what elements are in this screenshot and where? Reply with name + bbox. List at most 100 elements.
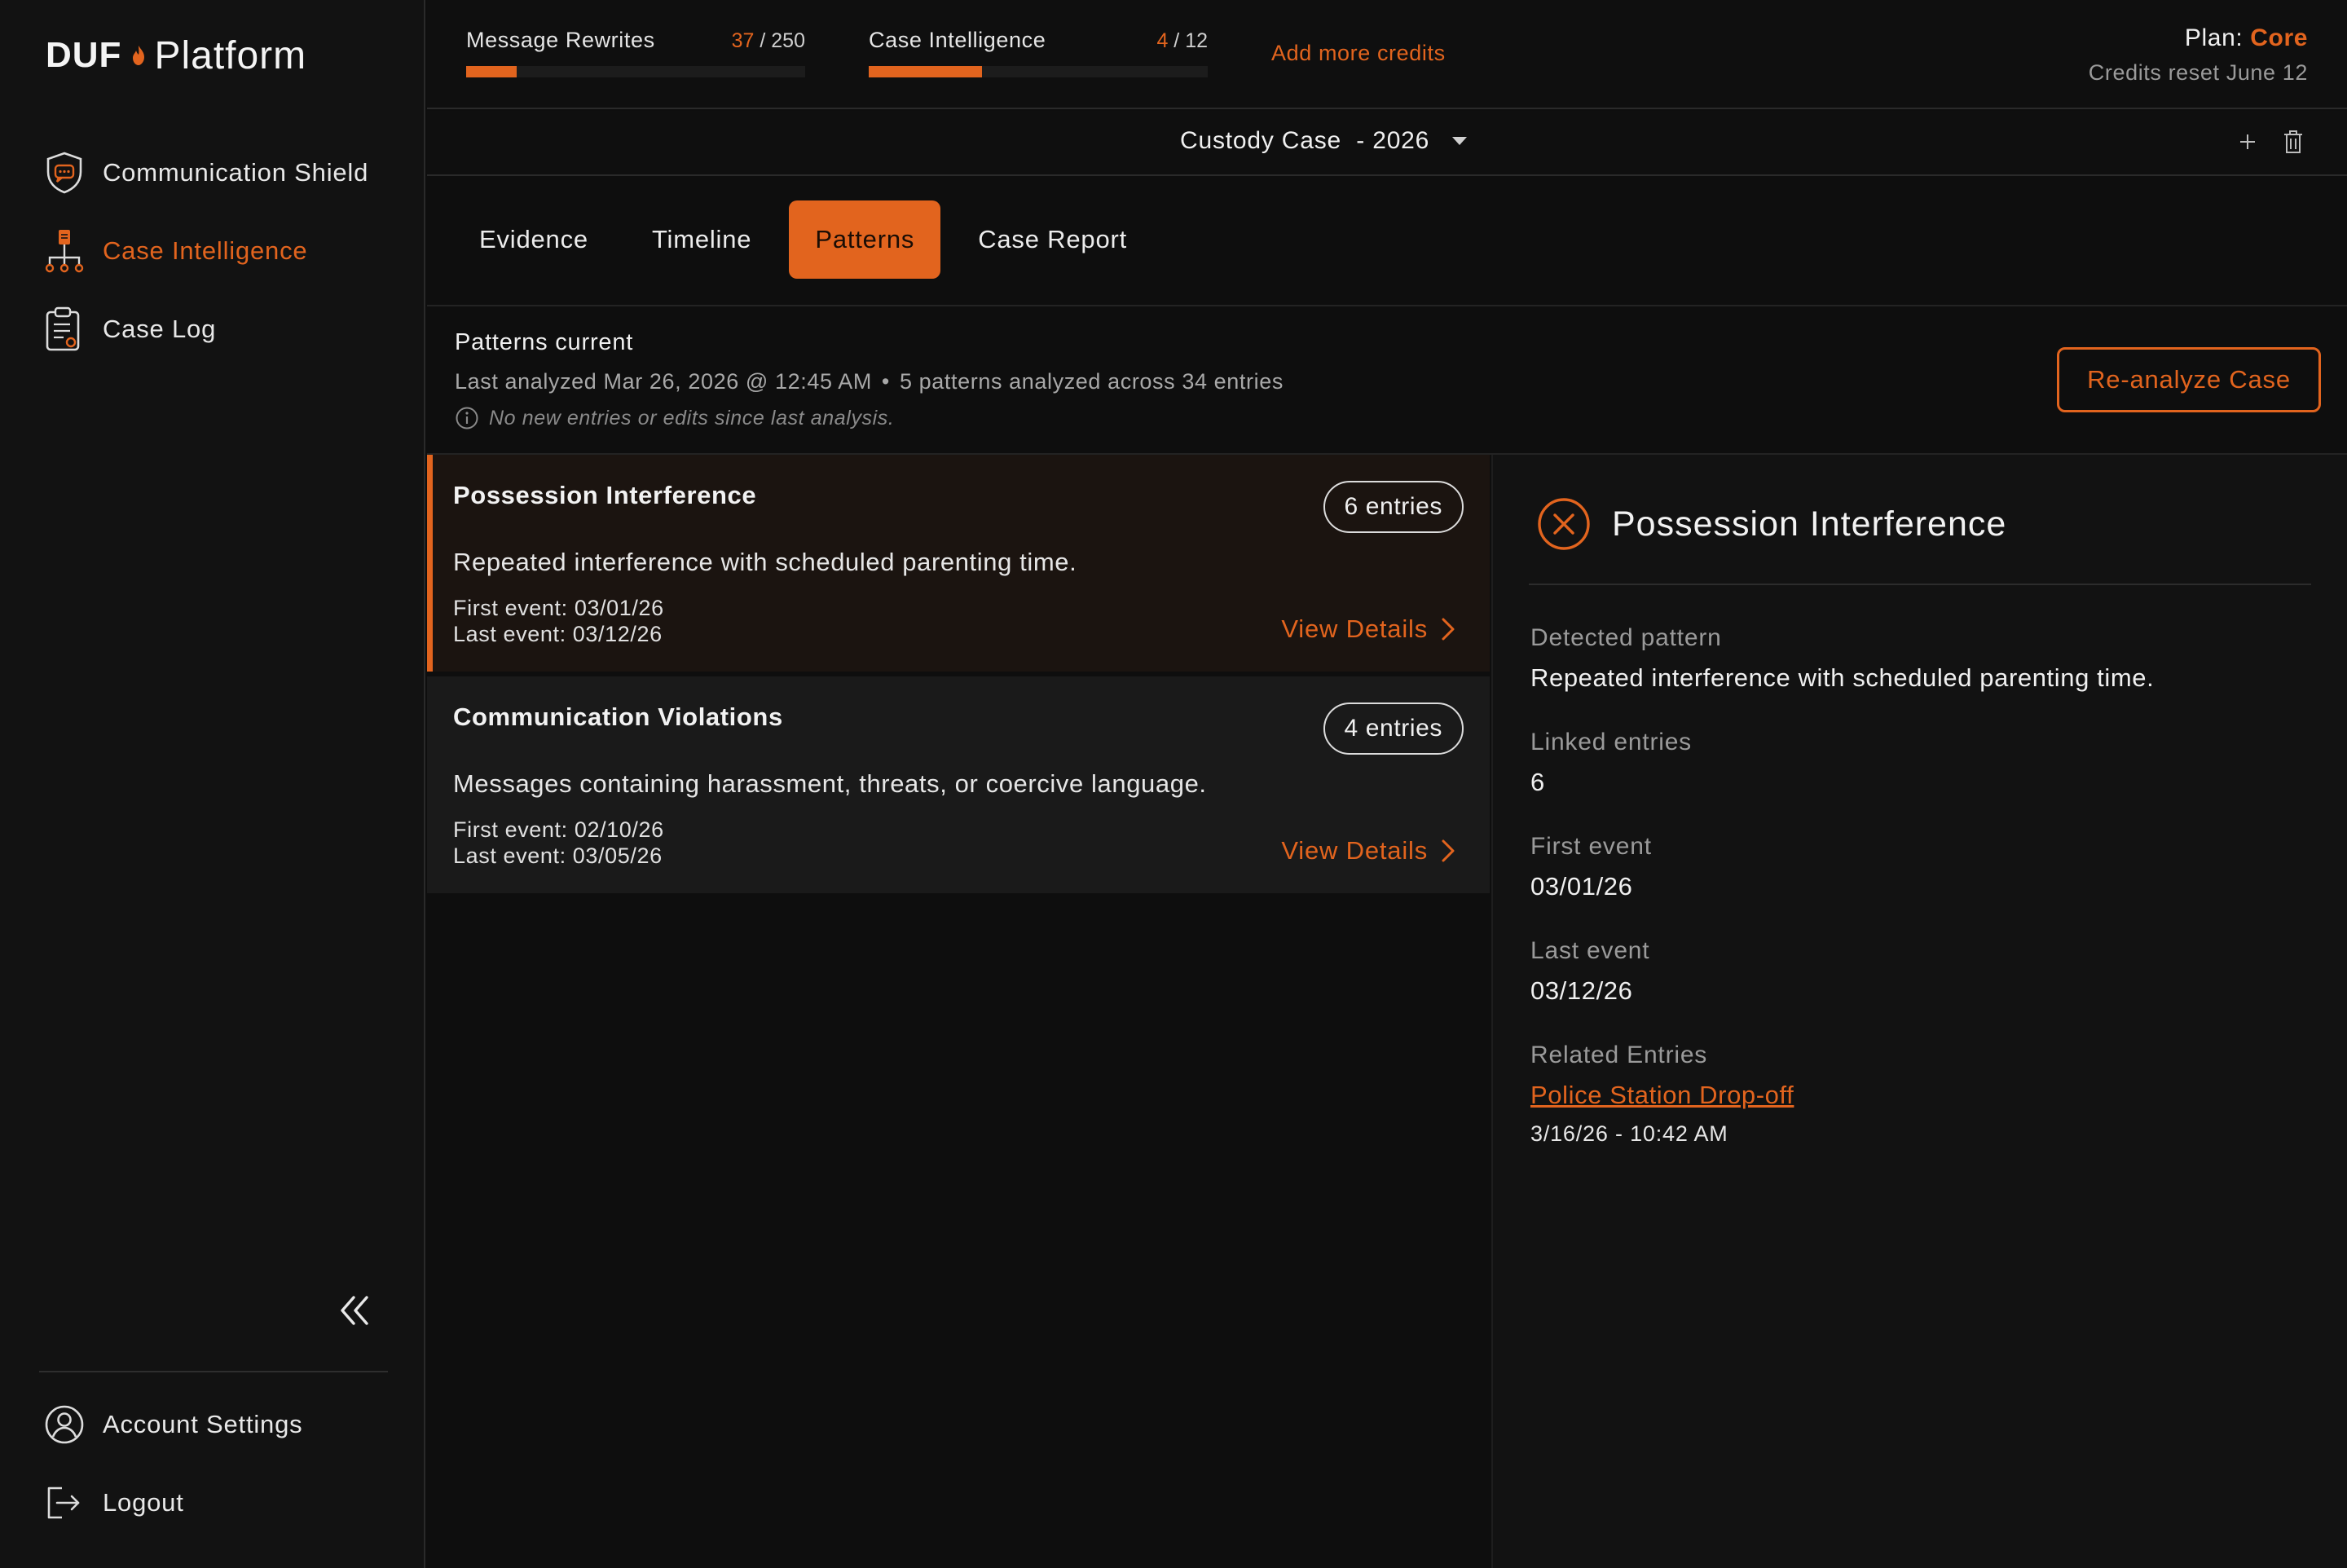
related-entries-field: Related Entries Police Station Drop-off … [1530, 1042, 2313, 1147]
tab-case-report[interactable]: Case Report [952, 200, 1153, 279]
credits-reset-text: Credits reset June 12 [2088, 60, 2308, 85]
field-value: 03/01/26 [1530, 872, 1633, 901]
pattern-name: Possession Interference [453, 481, 757, 509]
sidebar-bottom-nav: Account Settings Logout [44, 1400, 403, 1557]
credit-count: 37 / 250 [731, 29, 805, 52]
delete-case-button[interactable] [2280, 129, 2306, 155]
credit-meter-case-intelligence: Case Intelligence 4 / 12 [869, 28, 1208, 77]
sidebar-item-label: Case Log [103, 315, 217, 343]
logout-icon [44, 1480, 85, 1526]
brand-name-light: Platform [154, 33, 307, 77]
status-note: No new entries or edits since last analy… [455, 406, 1284, 430]
detail-body: Detected pattern Repeated interference w… [1530, 624, 2313, 1183]
trash-icon [2284, 130, 2302, 153]
detected-pattern-field: Detected pattern Repeated interference w… [1530, 624, 2313, 693]
credit-meter-message-rewrites: Message Rewrites 37 / 250 [466, 28, 805, 77]
entries-badge: 4 entries [1323, 703, 1464, 755]
detail-divider [1529, 584, 2311, 585]
tab-evidence[interactable]: Evidence [453, 200, 614, 279]
detail-header: Possession Interference [1537, 497, 2006, 551]
pattern-description: Messages containing harassment, threats,… [453, 769, 1207, 798]
linked-entries-field: Linked entries 6 [1530, 729, 2313, 797]
related-entry-link[interactable]: Police Station Drop-off [1530, 1081, 1794, 1110]
case-tabs: Evidence Timeline Patterns Case Report [453, 200, 1165, 279]
sidebar: DUF Platform Communication Shield Case I… [0, 0, 425, 1568]
last-event-field: Last event 03/12/26 [1530, 937, 2313, 1006]
pattern-card[interactable]: Possession Interference 6 entries Repeat… [427, 455, 1490, 672]
pattern-detail-panel: Possession Interference Detected pattern… [1491, 455, 2347, 1568]
pattern-description: Repeated interference with scheduled par… [453, 548, 1077, 576]
brand-name-bold: DUF [46, 35, 122, 75]
credit-count: 4 / 12 [1156, 29, 1208, 52]
view-details-button[interactable]: View Details [1281, 836, 1455, 865]
view-details-label: View Details [1281, 614, 1428, 643]
credit-progress-bar [466, 66, 805, 77]
double-chevron-left-icon [341, 1296, 368, 1325]
related-entry-time: 3/16/26 - 10:42 AM [1530, 1121, 1728, 1146]
reanalyze-case-button[interactable]: Re-analyze Case [2057, 347, 2321, 412]
chevron-right-icon [1442, 839, 1455, 862]
sidebar-item-label: Case Intelligence [103, 236, 308, 265]
case-dropdown[interactable]: Custody Case - 2026 [1180, 127, 1469, 155]
collapse-sidebar-button[interactable] [332, 1288, 378, 1333]
entries-badge: 6 entries [1323, 481, 1464, 533]
status-note-text: No new entries or edits since last analy… [489, 406, 895, 429]
field-label: Detected pattern [1530, 624, 1722, 651]
add-credits-link[interactable]: Add more credits [1271, 41, 1446, 66]
sidebar-item-communication-shield[interactable]: Communication Shield [44, 148, 403, 197]
first-event-field: First event 03/01/26 [1530, 833, 2313, 901]
sidebar-divider [39, 1371, 388, 1372]
clipboard-icon [44, 306, 85, 352]
field-label: First event [1530, 833, 1652, 860]
analysis-status: Patterns current Last analyzed Mar 26, 2… [455, 329, 1284, 430]
detail-title: Possession Interference [1612, 504, 2007, 544]
sidebar-item-case-log[interactable]: Case Log [44, 305, 403, 354]
field-label: Related Entries [1530, 1042, 1708, 1068]
credit-name: Case Intelligence [869, 28, 1046, 52]
field-label: Last event [1530, 937, 1650, 964]
chevron-right-icon [1442, 618, 1455, 641]
sidebar-item-label: Communication Shield [103, 158, 369, 187]
credit-progress-fill [869, 66, 982, 77]
sidebar-nav: Communication Shield Case Intelligence C… [44, 148, 403, 383]
credit-progress-fill [466, 66, 517, 77]
status-title: Patterns current [455, 329, 634, 355]
sidebar-item-logout[interactable]: Logout [44, 1478, 403, 1527]
shield-chat-icon [44, 150, 85, 196]
field-value: Repeated interference with scheduled par… [1530, 663, 2155, 692]
field-value: 03/12/26 [1530, 976, 1633, 1005]
credit-name: Message Rewrites [466, 28, 655, 52]
field-value: 6 [1530, 768, 1545, 796]
brand-logo[interactable]: DUF Platform [46, 33, 306, 78]
patterns-list: Possession Interference 6 entries Repeat… [427, 455, 1490, 1568]
plan-name: Core [2250, 24, 2308, 51]
case-actions [2235, 129, 2306, 155]
status-separator: • [881, 369, 890, 394]
view-details-button[interactable]: View Details [1281, 614, 1455, 644]
org-chart-icon [44, 228, 85, 274]
info-icon [456, 407, 478, 429]
sidebar-item-case-intelligence[interactable]: Case Intelligence [44, 227, 403, 275]
app-root: DUF Platform Communication Shield Case I… [0, 0, 2347, 1568]
case-dropdown-value: Custody Case - 2026 [1180, 127, 1430, 154]
field-label: Linked entries [1530, 729, 1692, 755]
add-case-button[interactable] [2235, 129, 2261, 155]
tab-patterns[interactable]: Patterns [789, 200, 941, 279]
close-circle-icon[interactable] [1537, 497, 1591, 551]
analysis-summary-text: 5 patterns analyzed across 34 entries [899, 369, 1284, 394]
view-details-label: View Details [1281, 836, 1428, 865]
sidebar-item-account-settings[interactable]: Account Settings [44, 1400, 403, 1449]
sidebar-item-label: Logout [103, 1488, 184, 1517]
credit-progress-bar [869, 66, 1208, 77]
tab-timeline[interactable]: Timeline [626, 200, 777, 279]
caret-down-icon [1452, 137, 1468, 145]
case-selector-bar: Custody Case - 2026 [427, 111, 2347, 176]
plus-icon [2240, 134, 2255, 149]
pattern-name: Communication Violations [453, 703, 783, 731]
plan-info: Plan: Core Credits reset June 12 [2089, 24, 2308, 86]
last-analyzed-text: Last analyzed Mar 26, 2026 @ 12:45 AM [455, 369, 872, 394]
status-meta: Last analyzed Mar 26, 2026 @ 12:45 AM • 5 … [455, 369, 1284, 394]
tabs-divider [427, 305, 2347, 306]
flame-icon [133, 46, 145, 65]
pattern-card[interactable]: Communication Violations 4 entries Messa… [427, 676, 1490, 893]
